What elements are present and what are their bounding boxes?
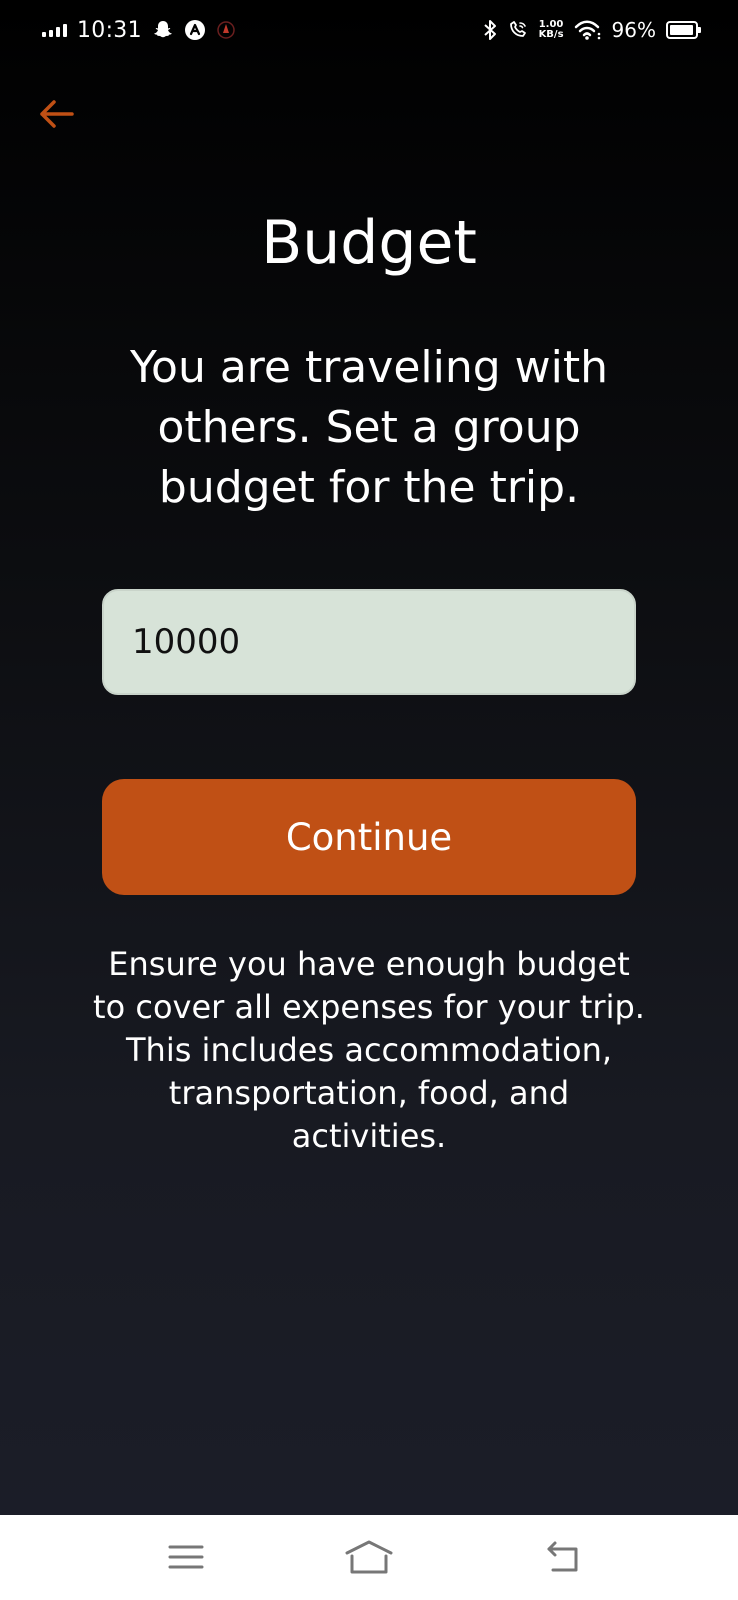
status-bar-right: 1.00 KB/s 96%	[483, 14, 701, 46]
signal-icon	[42, 23, 67, 37]
budget-input[interactable]	[102, 589, 636, 695]
notification-app-icon	[217, 21, 235, 39]
arrow-left-icon	[40, 100, 74, 128]
wifi-icon	[574, 20, 600, 40]
budget-info-text: Ensure you have enough budget to cover a…	[93, 945, 645, 1155]
home-button[interactable]	[341, 1535, 397, 1579]
continue-button[interactable]: Continue	[102, 779, 636, 895]
battery-percent: 96%	[611, 18, 656, 42]
page-subtitle: You are traveling with others. Set a gro…	[130, 342, 608, 513]
navigation-bar	[0, 1515, 738, 1600]
status-bar-left: 10:31	[42, 14, 236, 46]
app-logo-icon	[184, 20, 205, 40]
clock: 10:31	[77, 17, 142, 43]
network-speed: 1.00 KB/s	[539, 20, 564, 40]
bluetooth-icon	[483, 20, 496, 40]
status-bar: 10:31 1.00 KB/s 96%	[0, 0, 738, 60]
menu-icon	[168, 1545, 204, 1569]
battery-fill	[670, 25, 694, 35]
back-button[interactable]	[34, 92, 78, 136]
home-icon	[345, 1540, 393, 1574]
recent-apps-button[interactable]	[158, 1535, 214, 1579]
battery-icon	[666, 21, 701, 39]
back-icon	[547, 1541, 578, 1572]
snapchat-icon	[154, 21, 172, 38]
network-speed-unit: KB/s	[538, 29, 564, 40]
wifi-calling-icon	[509, 21, 526, 37]
screen: 10:31 1.00 KB/s 96% Budget You are trave…	[0, 0, 738, 1600]
page-title: Budget	[261, 208, 477, 278]
system-back-button[interactable]	[535, 1535, 591, 1579]
